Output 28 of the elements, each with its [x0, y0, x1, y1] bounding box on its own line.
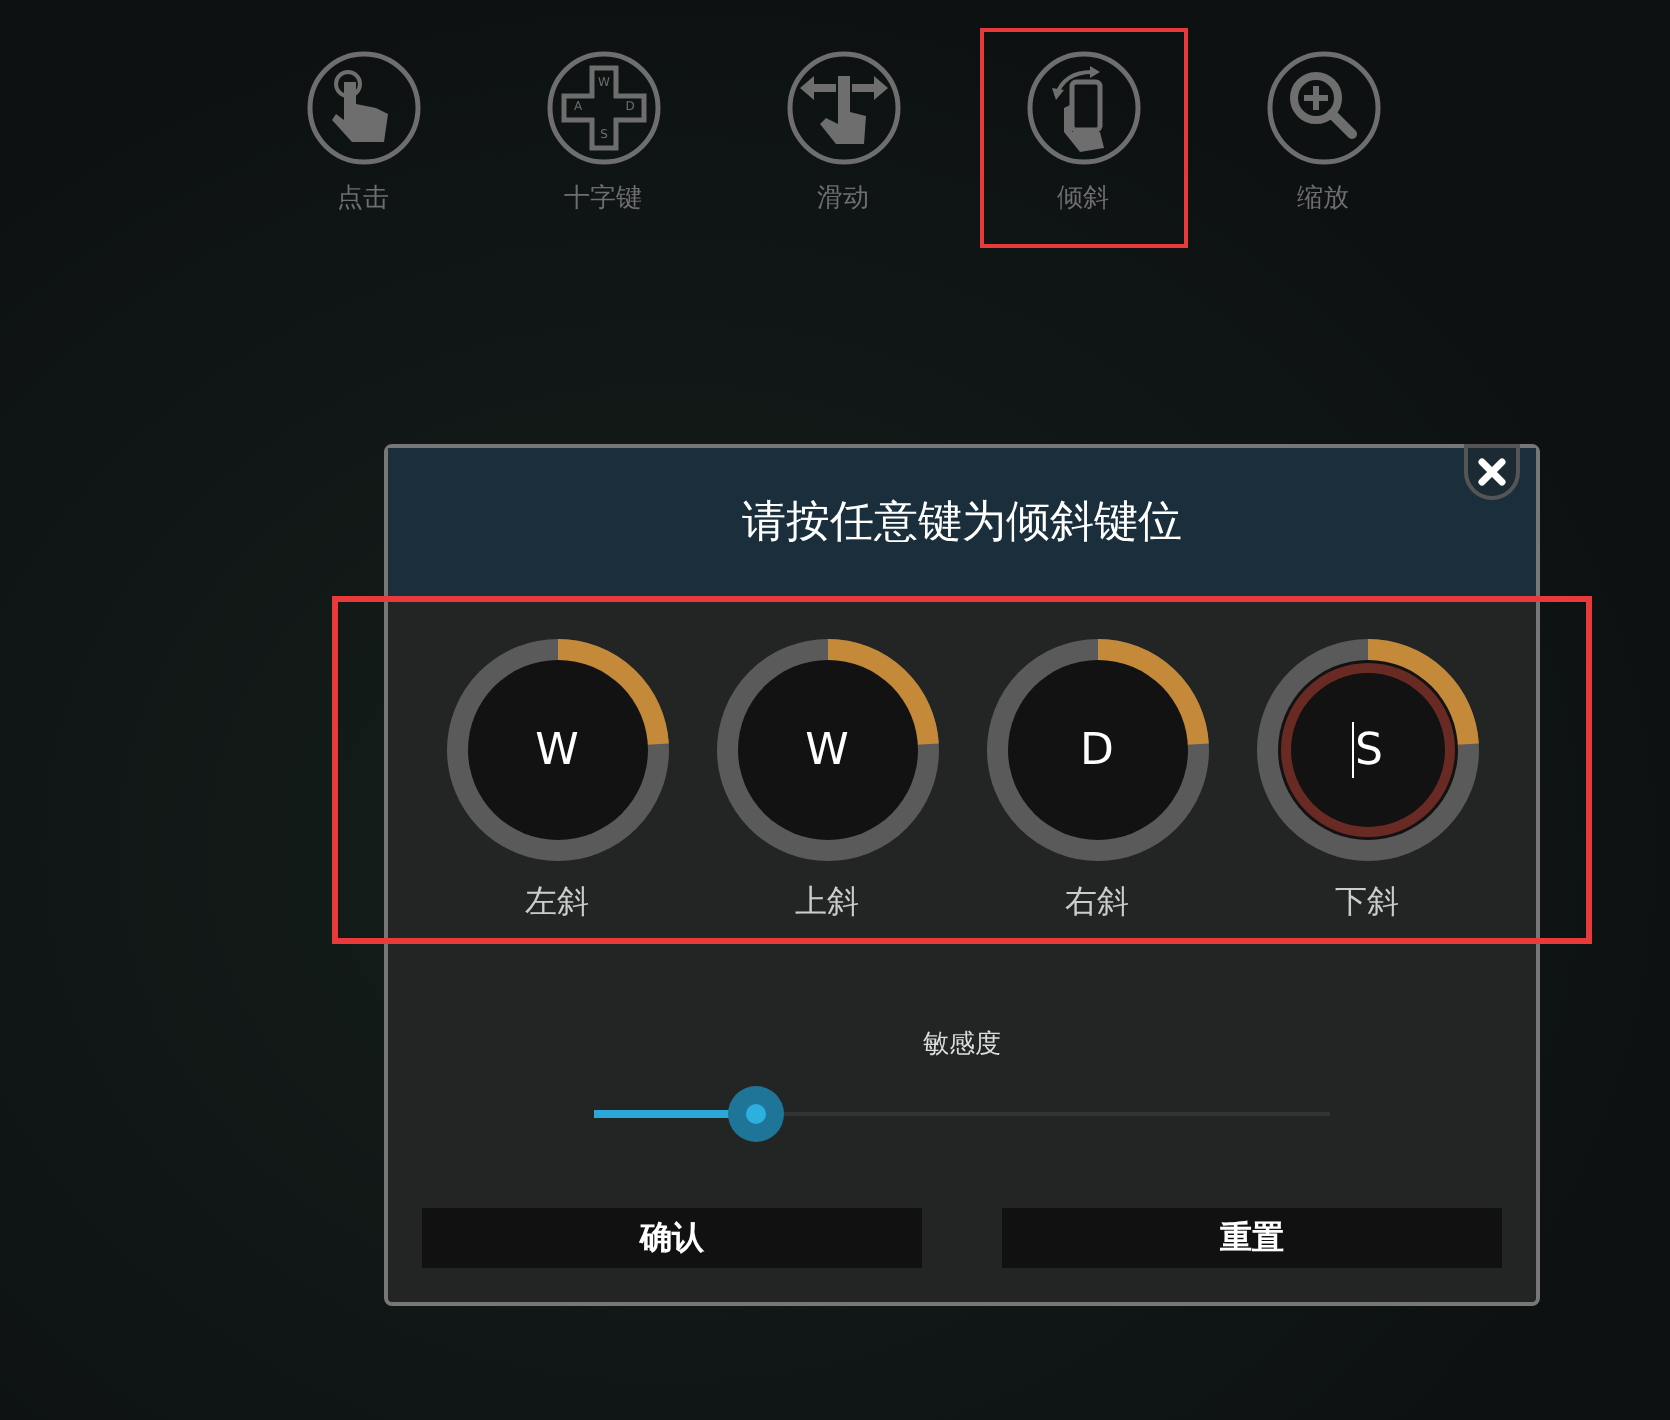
slider-thumb[interactable]	[727, 1085, 784, 1141]
dialog-button[interactable]: 确认	[422, 1207, 922, 1267]
close-icon	[1478, 458, 1506, 486]
key-label: 右斜	[1065, 880, 1129, 924]
key-binding-dial[interactable]: W	[445, 638, 669, 862]
swipe-icon	[783, 48, 903, 168]
key-binding-dial[interactable]: S	[1255, 638, 1479, 862]
dialog-button[interactable]: 重置	[1002, 1207, 1502, 1267]
dialog-title: 请按任意键为倾斜键位	[742, 495, 1182, 551]
key-label: 左斜	[525, 880, 589, 924]
tap-icon	[303, 48, 423, 168]
mode-tab[interactable]: 缩放	[1219, 28, 1427, 248]
key-value: D	[1080, 723, 1114, 779]
mode-tab[interactable]: 倾斜	[979, 28, 1187, 248]
key-value: S	[1355, 723, 1383, 779]
close-button[interactable]	[1464, 444, 1520, 500]
text-cursor	[1351, 722, 1354, 778]
key-binding-dial[interactable]: W	[715, 638, 939, 862]
key-binding-dial[interactable]: D	[985, 638, 1209, 862]
key-label: 上斜	[795, 880, 859, 924]
slider-label: 敏感度	[921, 1028, 1003, 1064]
mode-tab[interactable]: 滑动	[739, 28, 947, 248]
key-value: W	[805, 723, 849, 779]
key-label: 下斜	[1335, 880, 1399, 924]
phone-in-hand-icon	[1023, 48, 1143, 168]
mode-tab[interactable]: 点击	[259, 28, 467, 248]
key-value: W	[535, 723, 579, 779]
zoom-in-icon	[1263, 48, 1383, 168]
